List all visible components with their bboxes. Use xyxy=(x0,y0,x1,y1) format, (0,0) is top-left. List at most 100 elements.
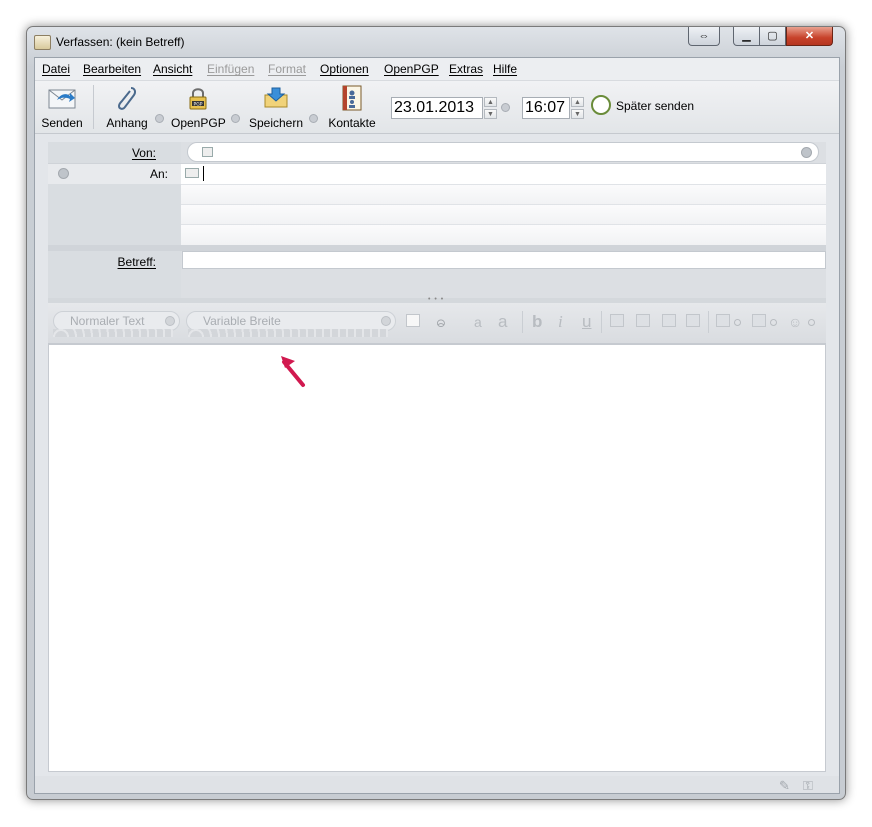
date-picker-dropdown-icon[interactable] xyxy=(501,103,510,112)
paperclip-icon xyxy=(117,87,136,110)
indent-icon[interactable] xyxy=(686,314,700,327)
close-button[interactable]: ✕ xyxy=(786,27,833,46)
recipient-row: An: xyxy=(48,163,826,184)
paragraph-format-select[interactable]: Normaler Text xyxy=(53,311,180,331)
menu-ansicht[interactable]: Ansicht xyxy=(153,62,192,76)
attach-button[interactable]: Anhang xyxy=(103,81,151,133)
recipient-row-empty[interactable] xyxy=(181,224,826,245)
save-dropdown-icon[interactable] xyxy=(309,114,318,123)
font-select[interactable]: Variable Breite xyxy=(186,311,396,331)
bold-icon[interactable]: b xyxy=(532,312,542,332)
message-body-editor[interactable] xyxy=(48,344,826,772)
outdent-icon[interactable] xyxy=(662,314,676,327)
font-dropdown-icon[interactable] xyxy=(381,316,391,326)
identity-icon xyxy=(202,147,213,157)
font-value: Variable Breite xyxy=(203,314,281,328)
time-down-icon[interactable]: ▼ xyxy=(571,109,584,119)
addressing-area: Von: An: Betreff: xyxy=(48,142,826,302)
menu-bearbeiten[interactable]: Bearbeiten xyxy=(83,62,141,76)
decorative-scallop xyxy=(188,329,388,337)
toolbar-separator xyxy=(522,311,523,333)
to-input[interactable] xyxy=(181,164,826,184)
align-icon[interactable] xyxy=(716,314,730,327)
clock-icon[interactable] xyxy=(591,95,611,115)
menu-openpgp[interactable]: OpenPGP xyxy=(384,62,439,76)
bullet-list-icon[interactable] xyxy=(610,314,624,327)
recipient-row-empty[interactable] xyxy=(181,184,826,205)
toolbar-separator xyxy=(93,85,94,129)
italic-icon[interactable]: i xyxy=(558,312,563,332)
address-book-icon xyxy=(342,85,362,111)
contacts-label: Kontakte xyxy=(328,116,376,130)
insert-dropdown-icon[interactable] xyxy=(770,319,777,326)
snap-window-button[interactable]: ⇔ xyxy=(688,27,720,46)
paragraph-dropdown-icon[interactable] xyxy=(165,316,175,326)
menu-hilfe[interactable]: Hilfe xyxy=(493,62,517,76)
date-spinner[interactable]: ▲ ▼ xyxy=(484,97,497,119)
send-later-button[interactable]: Später senden xyxy=(616,99,694,113)
compose-app-icon xyxy=(34,35,51,50)
pgp-lock-icon: PGP xyxy=(189,88,207,110)
status-bar: ✎ ⚿ xyxy=(35,776,839,793)
svg-text:PGP: PGP xyxy=(194,102,203,108)
compose-toolbar: Senden Anhang PGP OpenPGP Speichern Kont… xyxy=(35,81,839,134)
subject-label: Betreff: xyxy=(117,255,156,269)
openpgp-dropdown-icon[interactable] xyxy=(231,114,240,123)
smaller-font-icon[interactable]: a xyxy=(474,312,482,332)
underline-icon[interactable]: u xyxy=(582,312,591,332)
menu-format[interactable]: Format xyxy=(268,62,306,76)
send-date-field[interactable]: 23.01.2013 xyxy=(391,97,483,119)
save-tray-icon xyxy=(264,87,288,108)
contacts-button[interactable]: Kontakte xyxy=(325,81,379,133)
menu-bar: Datei Bearbeiten Ansicht Einfügen Format… xyxy=(35,58,839,81)
from-dropdown-icon[interactable] xyxy=(801,147,812,158)
align-dropdown-icon[interactable] xyxy=(734,319,741,326)
save-button[interactable]: Speichern xyxy=(247,81,305,133)
subject-input[interactable] xyxy=(182,251,826,269)
send-envelope-icon xyxy=(48,89,76,109)
recipient-row-empty[interactable] xyxy=(181,204,826,225)
client-area: Datei Bearbeiten Ansicht Einfügen Format… xyxy=(34,57,840,794)
send-button[interactable]: Senden xyxy=(37,81,87,133)
compose-window: Verfassen: (kein Betreff) ⇔ ▁ ▢ ✕ Datei … xyxy=(26,26,846,800)
from-identity-select[interactable] xyxy=(187,142,819,162)
larger-font-icon[interactable]: a xyxy=(498,312,507,332)
text-caret xyxy=(203,166,204,181)
time-spinner[interactable]: ▲ ▼ xyxy=(571,97,584,119)
title-bar[interactable]: Verfassen: (kein Betreff) ⇔ ▁ ▢ ✕ xyxy=(27,27,845,57)
maximize-button[interactable]: ▢ xyxy=(759,27,786,46)
text-color-icon[interactable] xyxy=(406,314,420,327)
toolbar-separator xyxy=(601,311,602,333)
attach-dropdown-icon[interactable] xyxy=(155,114,164,123)
format-toolbar: Normaler Text Variable Breite ဓ a a b i … xyxy=(48,303,826,344)
menu-datei[interactable]: Datei xyxy=(42,62,70,76)
insert-icon[interactable] xyxy=(752,314,766,327)
menu-optionen[interactable]: Optionen xyxy=(320,62,369,76)
attach-label: Anhang xyxy=(106,116,148,130)
send-time-field[interactable]: 16:07 xyxy=(522,97,570,119)
paragraph-format-value: Normaler Text xyxy=(70,314,145,328)
time-up-icon[interactable]: ▲ xyxy=(571,97,584,107)
date-up-icon[interactable]: ▲ xyxy=(484,97,497,107)
send-label: Senden xyxy=(41,116,83,130)
window-title: Verfassen: (kein Betreff) xyxy=(56,35,185,49)
highlight-icon[interactable]: ဓ xyxy=(436,312,446,332)
smiley-dropdown-icon[interactable] xyxy=(808,319,815,326)
from-label: Von: xyxy=(131,146,156,160)
toolbar-separator xyxy=(708,311,709,333)
subject-row: Betreff: xyxy=(48,251,826,271)
decorative-scallop xyxy=(53,329,173,337)
date-down-icon[interactable]: ▼ xyxy=(484,109,497,119)
menu-extras[interactable]: Extras xyxy=(449,62,483,76)
smiley-icon[interactable]: ☺ xyxy=(788,312,802,332)
annotation-arrow-icon xyxy=(281,356,305,387)
key-icon[interactable]: ⚿ xyxy=(803,778,813,794)
to-label: An: xyxy=(149,167,168,181)
save-label: Speichern xyxy=(248,116,304,130)
minimize-button[interactable]: ▁ xyxy=(733,27,760,46)
openpgp-button[interactable]: PGP OpenPGP xyxy=(171,81,226,133)
numbered-list-icon[interactable] xyxy=(636,314,650,327)
menu-einfuegen[interactable]: Einfügen xyxy=(207,62,254,76)
openpgp-label: OpenPGP xyxy=(171,116,226,130)
pencil-icon[interactable]: ✎ xyxy=(779,778,790,794)
